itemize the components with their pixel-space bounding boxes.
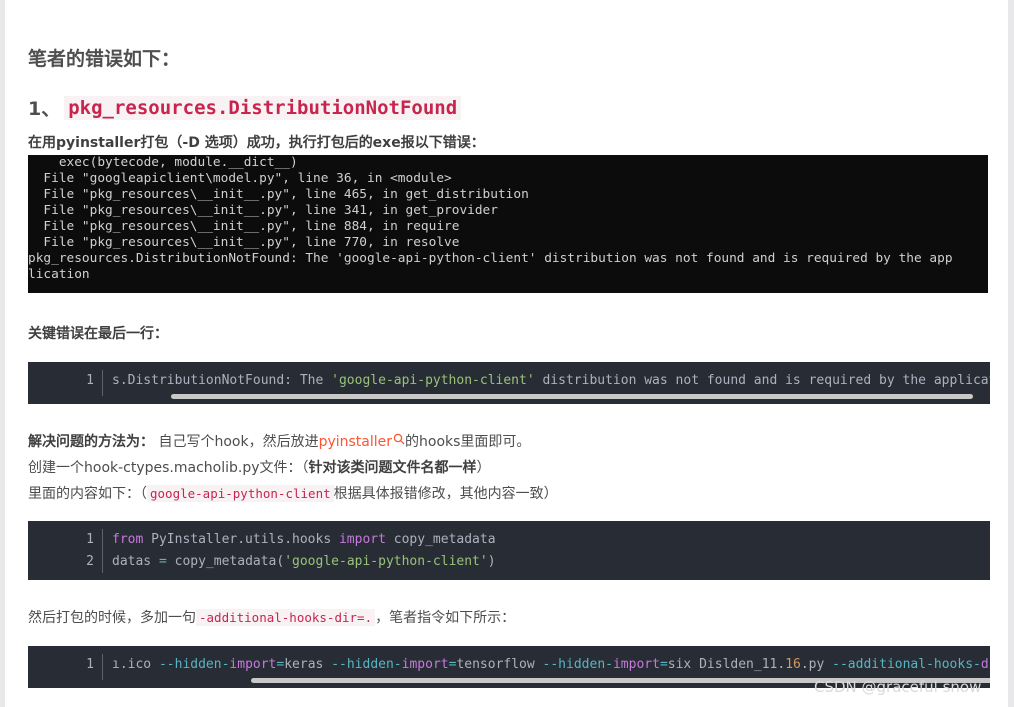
pyinstaller-link[interactable]: pyinstaller <box>319 433 405 450</box>
section-number: 1、 <box>28 98 61 120</box>
gutter-separator <box>102 654 103 680</box>
line-number: 2 <box>86 554 94 569</box>
inline-code: google-api-python-client <box>147 485 334 502</box>
code-line: from PyInstaller.utils.hooks import copy… <box>112 532 496 547</box>
line-number: 1 <box>86 657 94 672</box>
line-number: 1 <box>86 532 94 547</box>
code-line: s.DistributionNotFound: The 'google-api-… <box>112 373 990 388</box>
search-icon <box>393 433 405 445</box>
horizontal-scrollbar[interactable] <box>171 394 973 399</box>
intro-text: 在用pyinstaller打包（-D 选项）成功，执行打包后的exe报以下错误： <box>28 135 485 151</box>
gutter-separator <box>102 370 103 396</box>
code-block-error: 1 s.DistributionNotFound: The 'google-ap… <box>28 362 990 404</box>
inline-code: -additional-hooks-dir=. <box>196 609 376 626</box>
watermark: CSDN @graceful snow <box>814 678 982 696</box>
section-heading: 1、 pkg_resources.DistributionNotFound <box>28 94 462 121</box>
solution-label: 解决问题的方法为： <box>28 434 154 450</box>
terminal-output: exec(bytecode, module.__dict__) File "go… <box>28 155 988 293</box>
gutter-separator <box>102 529 103 573</box>
code-line: ı.ico --hidden-import=keras --hidden-imp… <box>112 657 990 672</box>
then-paragraph: 然后打包的时候，多加一句 -additional-hooks-dir=. ，笔者指令… <box>28 609 516 626</box>
content-paragraph: 里面的内容如下：（ google-api-python-client 根据具体报错修… <box>28 485 558 502</box>
article-heading: 笔者的错误如下： <box>28 48 181 70</box>
page-scrollbar[interactable] <box>1008 0 1014 707</box>
create-file-paragraph: 创建一个hook-ctypes.macholib.py文件：（针对该类问题文件名… <box>28 460 491 476</box>
solution-paragraph: 解决问题的方法为： 自己写个hook，然后放进pyinstaller 的hooks… <box>28 433 531 450</box>
line-number: 1 <box>86 373 94 388</box>
left-gutter <box>0 0 5 707</box>
terminal-text: exec(bytecode, module.__dict__) File "go… <box>28 155 953 282</box>
key-error-label: 关键错误在最后一行： <box>28 326 168 342</box>
code-line: datas = copy_metadata('google-api-python… <box>112 554 496 569</box>
code-block-hook: 1 2 from PyInstaller.utils.hooks import … <box>28 521 990 580</box>
section-code: pkg_resources.DistributionNotFound <box>64 95 462 120</box>
